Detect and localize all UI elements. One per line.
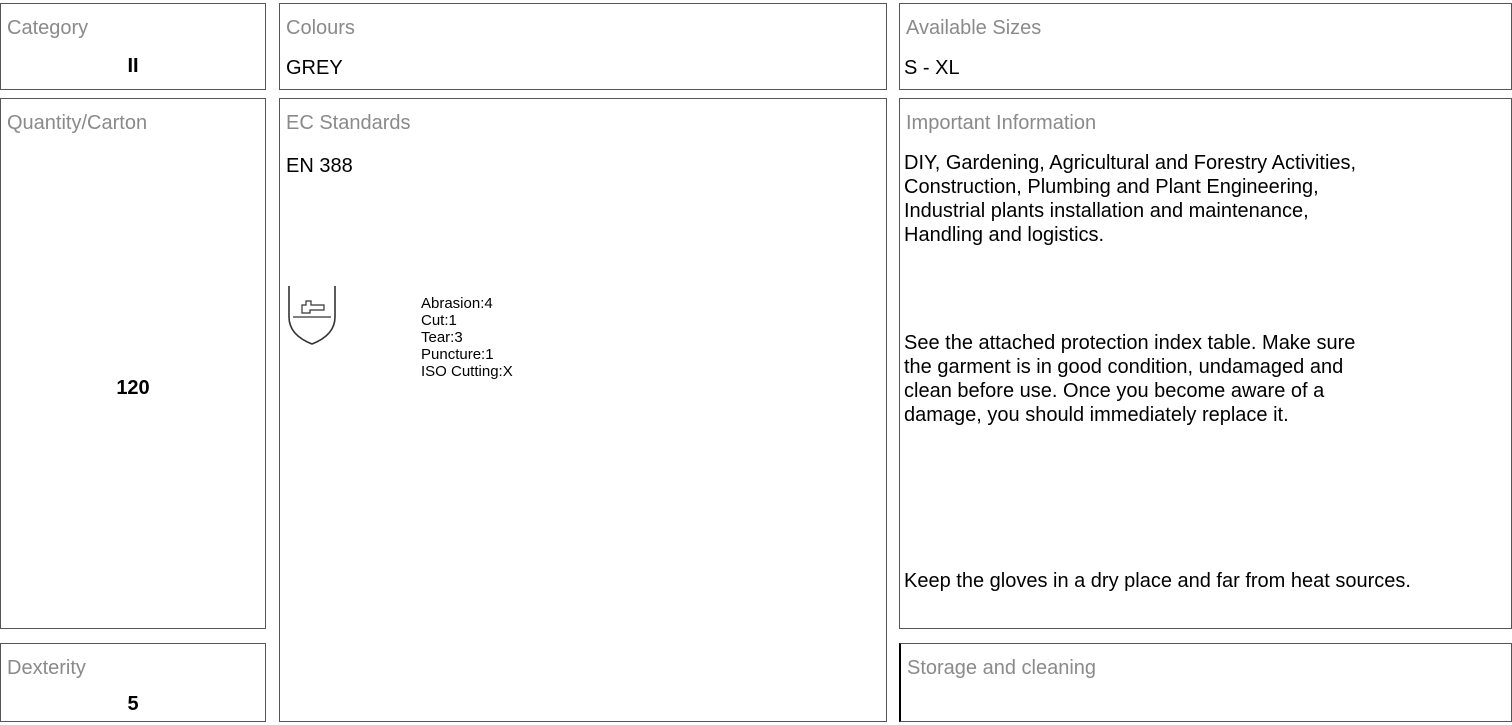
storage-cleaning-cell: Storage and cleaning bbox=[899, 643, 1512, 722]
rating-puncture: Puncture:1 bbox=[421, 346, 494, 363]
category-cell: Category II bbox=[0, 3, 266, 90]
colours-value: GREY bbox=[286, 57, 343, 79]
category-label: Category bbox=[7, 17, 89, 39]
rating-cut: Cut:1 bbox=[421, 312, 457, 329]
sizes-value: S - XL bbox=[904, 57, 960, 79]
colours-label: Colours bbox=[286, 17, 355, 39]
sizes-cell: Available Sizes S - XL bbox=[899, 3, 1512, 90]
colours-cell: Colours GREY bbox=[279, 3, 887, 90]
important-info-label: Important Information bbox=[906, 112, 1097, 134]
category-value: II bbox=[127, 55, 139, 77]
usage-paragraph: DIY, Gardening, Agricultural and Forestr… bbox=[904, 152, 1357, 246]
protection-paragraph: See the attached protection index table.… bbox=[904, 332, 1356, 426]
quantity-cell: Quantity/Carton 120 bbox=[0, 98, 266, 629]
en388-hand-shield-icon bbox=[288, 286, 336, 345]
storage-cleaning-label: Storage and cleaning bbox=[907, 657, 1097, 679]
ec-standard-code: EN 388 bbox=[286, 155, 353, 177]
ec-standards-label: EC Standards bbox=[286, 112, 411, 134]
important-info-cell: Important Information DIY, Gardening, Ag… bbox=[899, 98, 1512, 629]
quantity-label: Quantity/Carton bbox=[7, 112, 148, 134]
dexterity-value: 5 bbox=[127, 693, 139, 715]
sizes-label: Available Sizes bbox=[906, 17, 1042, 39]
rating-tear: Tear:3 bbox=[421, 329, 463, 346]
ec-standards-cell: EC Standards EN 388 Abrasion:4 Cut:1 Tea… bbox=[279, 98, 887, 722]
rating-abrasion: Abrasion:4 bbox=[421, 295, 493, 312]
rating-iso-cutting: ISO Cutting:X bbox=[421, 363, 513, 380]
ec-ratings-list: Abrasion:4 Cut:1 Tear:3 Puncture:1 ISO C… bbox=[421, 295, 513, 380]
quantity-value: 120 bbox=[116, 377, 150, 399]
dexterity-cell: Dexterity 5 bbox=[0, 643, 266, 722]
storage-paragraph: Keep the gloves in a dry place and far f… bbox=[904, 570, 1411, 592]
dexterity-label: Dexterity bbox=[7, 657, 86, 679]
